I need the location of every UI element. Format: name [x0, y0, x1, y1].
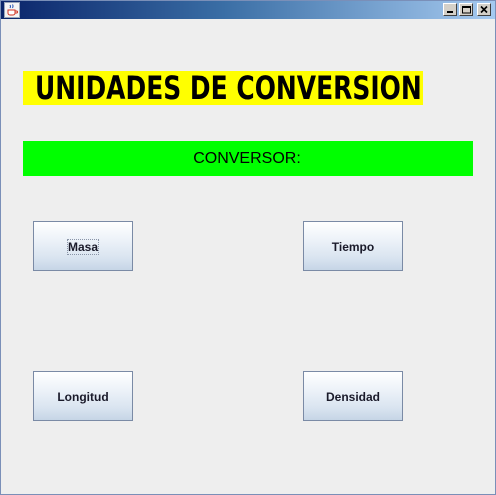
minimize-icon	[447, 11, 453, 13]
masa-button-label: Masa	[66, 238, 100, 255]
longitud-button-label: Longitud	[57, 389, 109, 404]
densidad-button-label: Densidad	[325, 389, 380, 404]
converter-banner-text: CONVERSOR:	[193, 150, 301, 167]
minimize-button[interactable]	[443, 3, 457, 16]
title-bar[interactable]	[1, 1, 495, 19]
main-panel: UNIDADES DE CONVERSION CONVERSOR: Masa T…	[1, 19, 495, 494]
converter-banner: CONVERSOR:	[23, 141, 473, 176]
maximize-icon	[462, 6, 471, 14]
close-button[interactable]	[477, 3, 491, 16]
tiempo-button-label: Tiempo	[331, 239, 375, 254]
page-title: UNIDADES DE CONVERSION	[23, 71, 423, 105]
app-window: UNIDADES DE CONVERSION CONVERSOR: Masa T…	[0, 0, 496, 495]
page-title-text: UNIDADES DE CONVERSION	[35, 71, 422, 105]
tiempo-button[interactable]: Tiempo	[303, 221, 403, 271]
masa-button[interactable]: Masa	[33, 221, 133, 271]
longitud-button[interactable]: Longitud	[33, 371, 133, 421]
maximize-button[interactable]	[459, 3, 473, 16]
densidad-button[interactable]: Densidad	[303, 371, 403, 421]
java-cup-icon[interactable]	[4, 2, 20, 18]
close-icon	[480, 5, 488, 14]
